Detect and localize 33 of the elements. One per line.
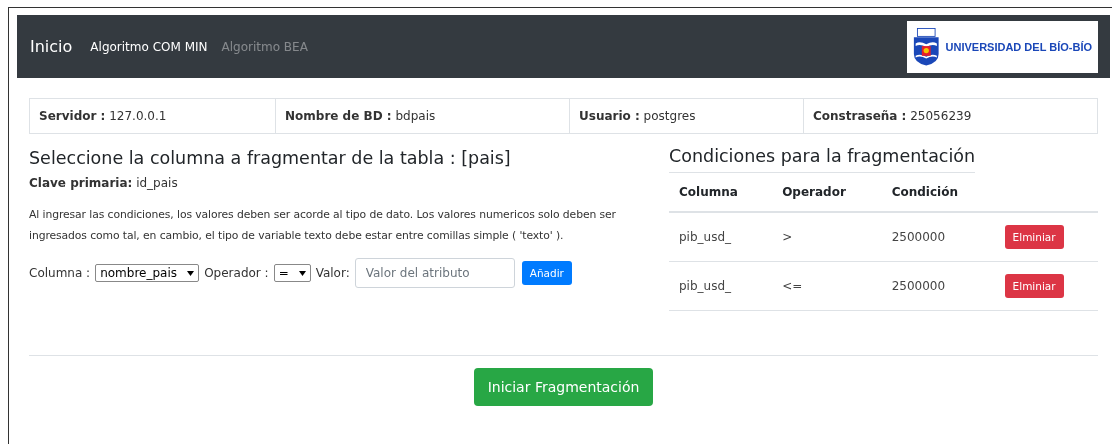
value-label: Valor:	[315, 266, 350, 280]
nav-link[interactable]: Algoritmo BEA	[221, 39, 308, 54]
table-cell: Usuario : postgres	[569, 99, 803, 133]
nav-link[interactable]: Algoritmo COM MIN	[90, 39, 208, 54]
column-header: Condición	[881, 173, 995, 212]
table-cell: 2500000	[881, 212, 995, 262]
delete-button[interactable]: Elminiar	[1004, 225, 1064, 249]
column-select[interactable]: nombre_pais	[95, 264, 200, 282]
caret-icon	[187, 270, 195, 276]
conditions-title: Condiciones para la fragmentación	[669, 146, 976, 166]
operator-label: Operador :	[204, 266, 269, 280]
table-cell: Constraseña : 25056239	[803, 99, 1097, 133]
logo-text: UNIVERSIDAD DEL BÍO-BÍO	[945, 40, 1092, 53]
table-cell: <=	[772, 261, 882, 311]
table-cell: 2500000	[881, 261, 995, 311]
column-header: Columna	[669, 173, 773, 212]
table-cell: >	[772, 212, 882, 262]
column-header: Operador	[772, 173, 882, 212]
column-label: Columna :	[29, 266, 91, 280]
help-text: Al ingresar las condiciones, los valores deben ser acorde al tipo de dato. Los valores numericos solo deben ser ingresados como tal, en cambio, el tipo de variable texto debe estar entre comillas simple ( 'texto' ).	[29, 207, 617, 244]
add-button[interactable]: Añadir	[521, 261, 572, 285]
table-cell: pib_usd_	[669, 212, 773, 262]
brand-link[interactable]: Inicio	[30, 37, 73, 56]
table-cell-text: Servidor : 127.0.0.1	[38, 108, 168, 125]
table-cell: pib_usd_	[669, 261, 773, 311]
table-cell: Nombre de BD : bdpais	[275, 99, 569, 133]
primary-key-text: Clave primaria: id_pais	[29, 176, 179, 190]
start-button[interactable]: Iniciar Fragmentación	[473, 368, 654, 406]
value-input[interactable]: Valor del atributo	[354, 258, 515, 288]
caret-icon	[298, 270, 306, 276]
operator-select[interactable]: =	[273, 264, 311, 282]
section-title: Seleccione la columna a fragmentar de la tabla : [pais]	[29, 148, 512, 168]
delete-button[interactable]: Elminiar	[1004, 274, 1064, 298]
